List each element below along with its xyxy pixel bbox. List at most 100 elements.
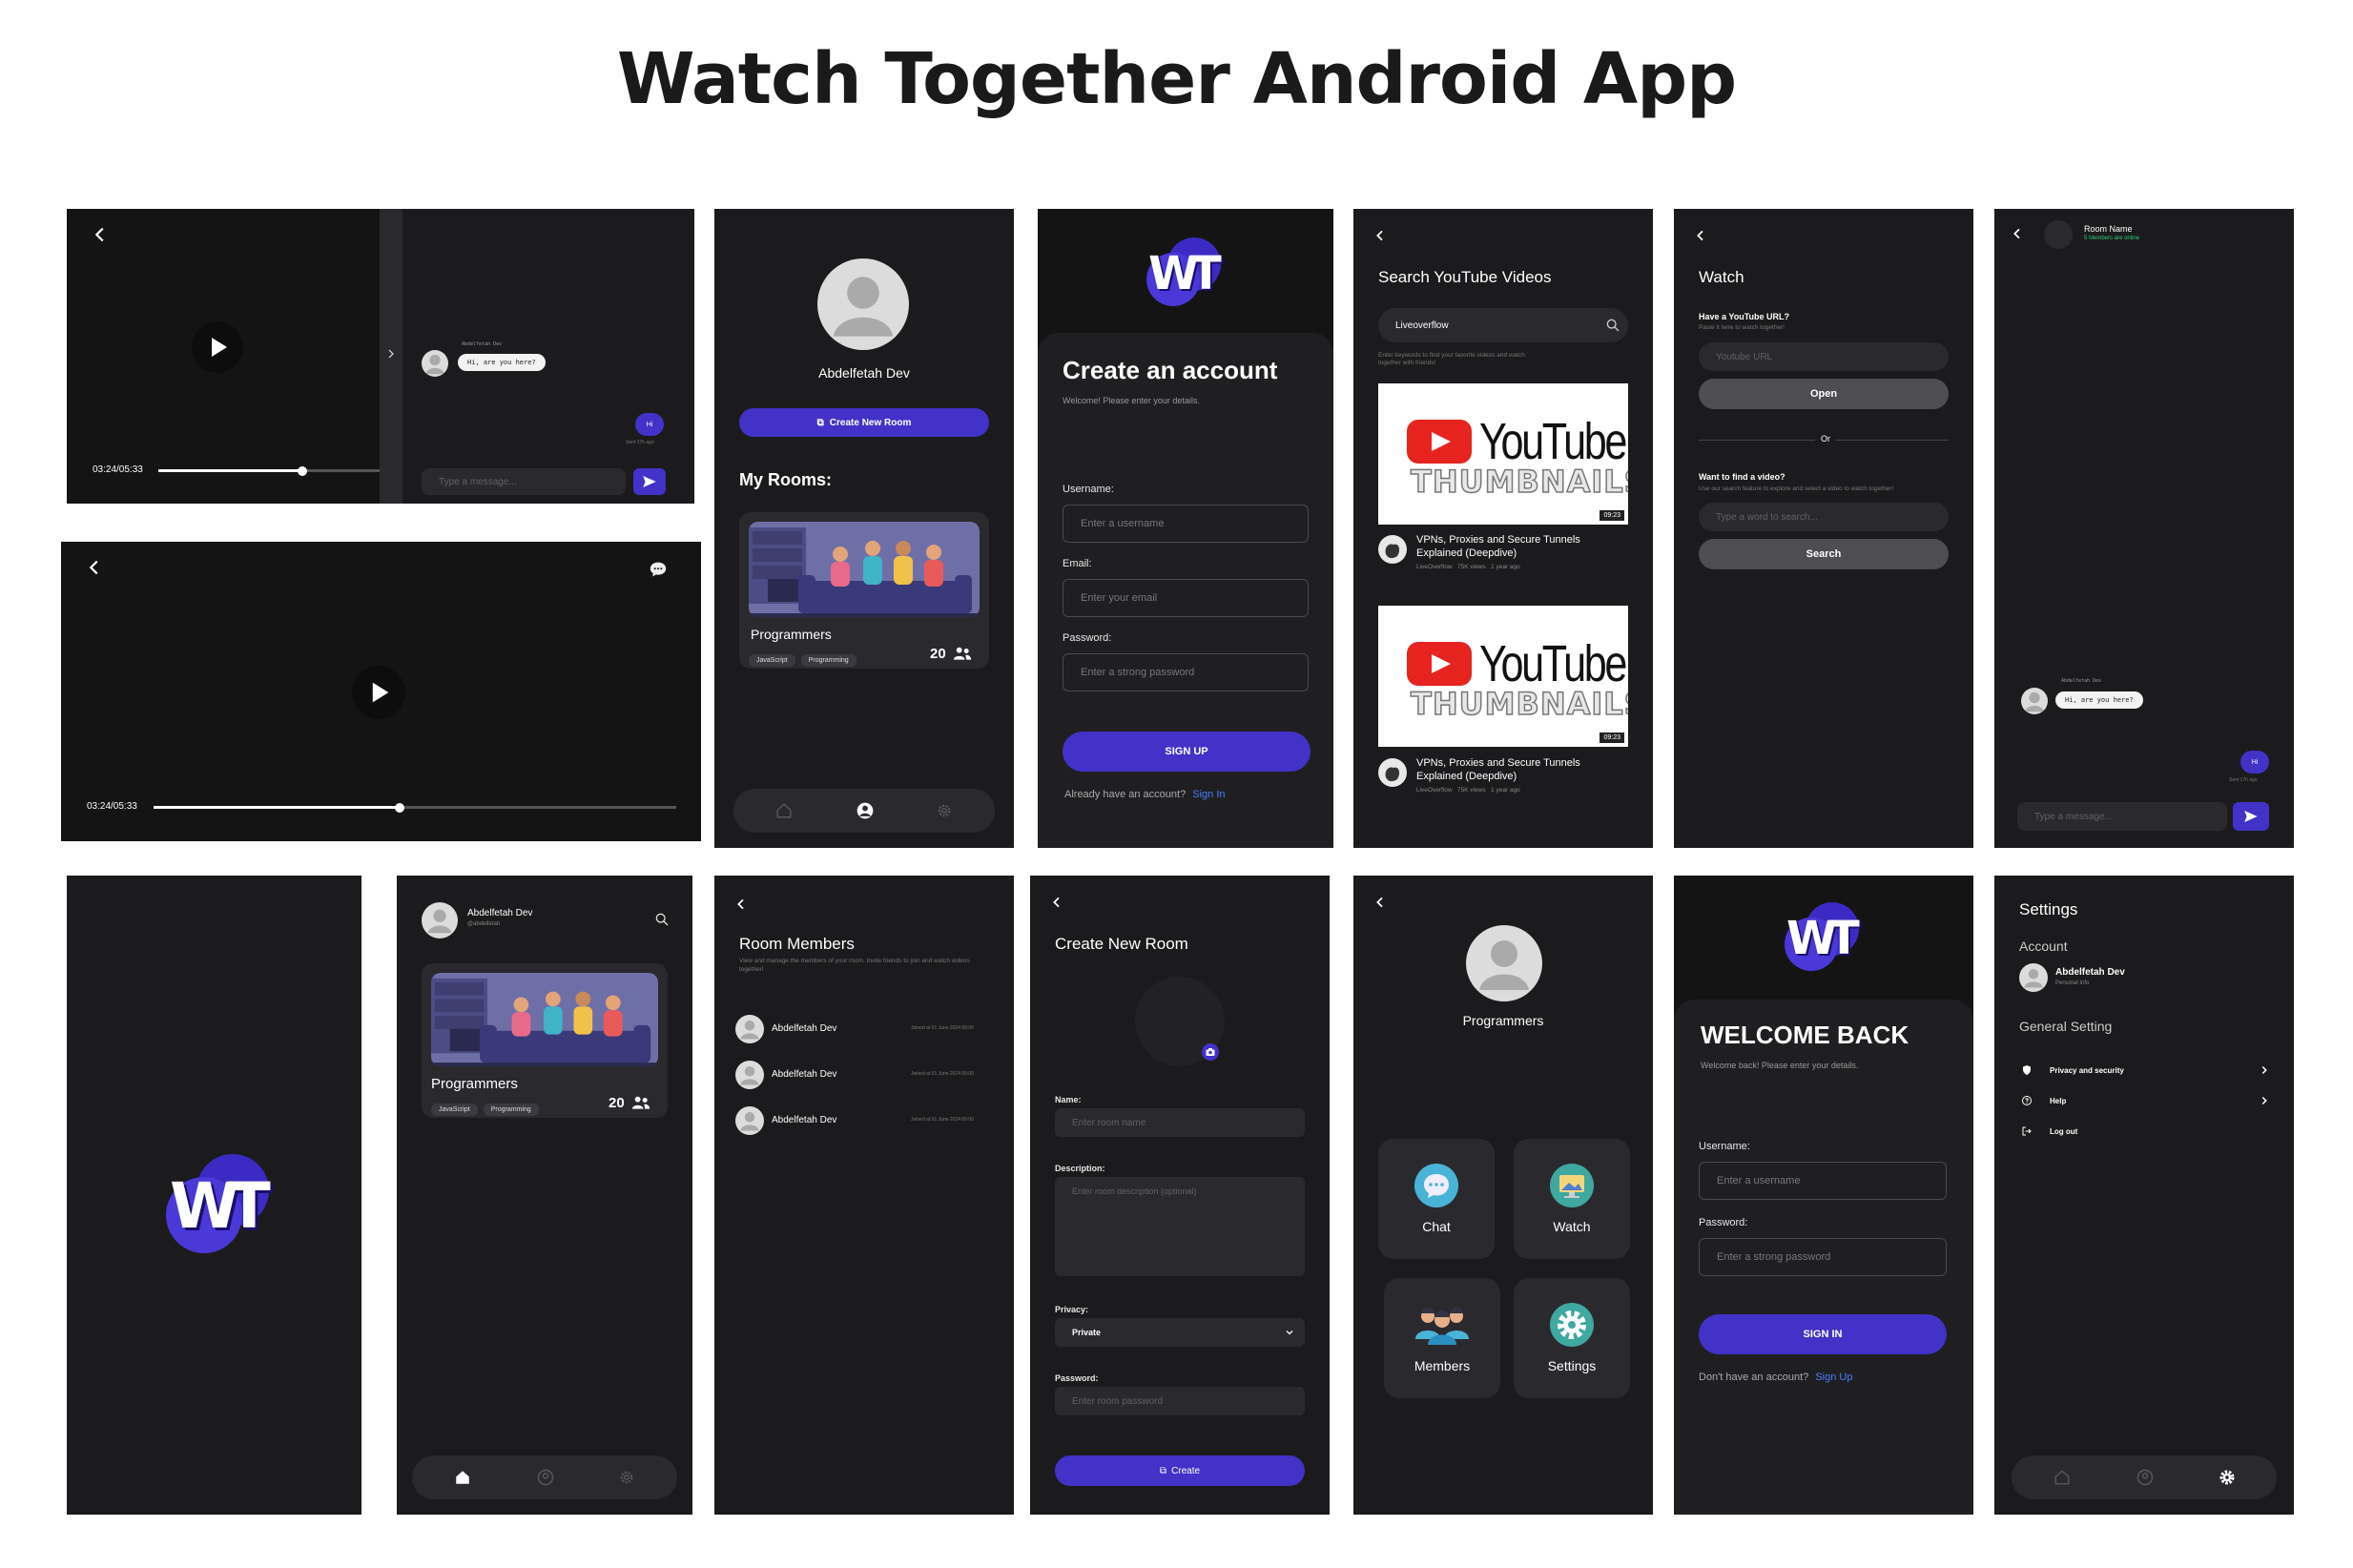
signin-link[interactable]: Sign In [1192, 789, 1225, 800]
settings-item-privacy[interactable]: Privacy and security [2021, 1061, 2271, 1080]
create-room-button[interactable]: ⧉ Create New Room [739, 408, 989, 437]
video-time: 03:24/05:33 [87, 801, 137, 812]
profile-icon[interactable] [2136, 1468, 2155, 1487]
back-icon[interactable] [1373, 895, 1388, 910]
username-input[interactable]: Enter a username [1063, 505, 1309, 543]
settings-tile[interactable]: Settings [1514, 1278, 1630, 1398]
room-name: Room Name [2084, 224, 2133, 234]
search-input[interactable]: Liveoverflow [1378, 308, 1628, 342]
find-input[interactable]: Type a word to search... [1699, 503, 1949, 531]
member-row[interactable]: Abdelfetah Dev Joined at 01 June 2024 00… [735, 1106, 993, 1137]
back-icon[interactable] [84, 557, 105, 578]
video-title[interactable]: VPNs, Proxies and Secure Tunnels Explain… [1416, 756, 1617, 784]
avatar [735, 1015, 764, 1043]
chat-sender: Abdelfetah Dev [462, 341, 503, 347]
room-tags: JavaScript Programming [749, 650, 862, 667]
members-tile[interactable]: Members [1384, 1278, 1500, 1398]
member-row[interactable]: Abdelfetah Dev Joined at 01 June 2024 00… [735, 1061, 993, 1091]
search-button[interactable]: Search [1699, 539, 1949, 569]
room-name: Programmers [431, 1076, 518, 1092]
profile-icon[interactable] [536, 1468, 555, 1487]
password-input[interactable]: Enter a strong password [1699, 1238, 1947, 1276]
room-description-input[interactable]: Enter room description (optional) [1055, 1177, 1305, 1276]
back-icon[interactable] [1373, 228, 1388, 243]
seek-bar[interactable] [158, 465, 416, 476]
signup-footer: Don't have an account? Sign Up [1699, 1372, 1853, 1383]
create-room-label: Create New Room [829, 417, 912, 428]
sent-time: Sent 17h ago [626, 440, 654, 445]
member-joined: Joined at 01 June 2024 00:00 [911, 1025, 974, 1031]
signin-title: WELCOME BACK [1701, 1021, 1909, 1049]
or-label: Or [1815, 434, 1836, 444]
play-button[interactable] [352, 666, 405, 719]
signup-button[interactable]: SIGN UP [1063, 732, 1311, 772]
chat-toggle-icon[interactable] [649, 561, 668, 578]
gear-icon[interactable] [2218, 1468, 2237, 1487]
signup-link[interactable]: Sign Up [1815, 1372, 1852, 1383]
play-button[interactable] [192, 321, 243, 373]
seek-knob[interactable] [395, 802, 404, 813]
member-name: Abdelfetah Dev [772, 1115, 837, 1125]
watch-title: Watch [1699, 268, 1744, 286]
channel-avatar [1378, 758, 1407, 787]
signup-panel: Create an account Welcome! Please enter … [1038, 333, 1333, 848]
password-label: Password: [1699, 1217, 1748, 1228]
profile-icon[interactable] [856, 801, 875, 820]
search-icon[interactable] [654, 912, 670, 927]
back-icon[interactable] [1693, 228, 1708, 243]
room-card[interactable]: Programmers JavaScript Programming 20 [739, 512, 989, 669]
member-row[interactable]: Abdelfetah Dev Joined at 01 June 2024 00… [735, 1015, 993, 1045]
chat-tile[interactable]: Chat [1378, 1139, 1495, 1259]
video-thumbnail[interactable]: YouTube THUMBNAILS 09:23 [1378, 383, 1628, 525]
open-button[interactable]: Open [1699, 379, 1949, 409]
gear-icon[interactable] [618, 1469, 635, 1486]
back-icon[interactable] [90, 224, 111, 245]
chevron-right-icon [2261, 1096, 2267, 1105]
bottom-nav [733, 789, 995, 833]
send-button[interactable] [633, 468, 666, 495]
avatar [2019, 963, 2048, 992]
gear-icon[interactable] [936, 802, 953, 819]
username-input[interactable]: Enter a username [1699, 1162, 1947, 1200]
create-button[interactable]: ⧉ Create [1055, 1455, 1305, 1486]
video-time: 03:24/05:33 [93, 464, 143, 475]
back-icon[interactable] [2010, 226, 2025, 241]
tile-label: Settings [1547, 1358, 1597, 1373]
app-logo: WT [1143, 236, 1227, 310]
back-icon[interactable] [733, 897, 749, 912]
back-icon[interactable] [1049, 895, 1064, 910]
chat-divider[interactable] [380, 209, 402, 504]
settings-item-help[interactable]: Help [2021, 1091, 2271, 1110]
home-icon[interactable] [775, 802, 793, 819]
url-input[interactable]: Youtube URL [1699, 342, 1949, 371]
settings-item-logout[interactable]: Log out [2021, 1122, 2271, 1141]
search-hint: Enter keywords to find your favorite vid… [1378, 352, 1525, 367]
email-input[interactable]: Enter your email [1063, 579, 1309, 617]
avatar[interactable] [422, 902, 458, 939]
home-icon[interactable] [454, 1469, 471, 1486]
search-icon[interactable] [1605, 318, 1620, 333]
video-thumbnail[interactable]: YouTube THUMBNAILS 09:23 [1378, 606, 1628, 747]
password-input[interactable]: Enter a strong password [1063, 653, 1309, 691]
channel-avatar [1378, 535, 1407, 564]
room-name-input[interactable]: Enter room name [1055, 1108, 1305, 1137]
video-title[interactable]: VPNs, Proxies and Secure Tunnels Explain… [1416, 533, 1617, 561]
email-label: Email: [1063, 558, 1092, 569]
message-input[interactable]: Type a message... [2017, 802, 2227, 831]
watch-tile[interactable]: Watch [1514, 1139, 1630, 1259]
sent-time: Sent 17h ago [2229, 777, 2258, 783]
room-menu-screen: Programmers Chat Watch Members Settings [1353, 876, 1653, 1515]
seek-knob[interactable] [298, 465, 307, 476]
room-card[interactable]: Programmers JavaScript Programming 20 [422, 963, 668, 1118]
logout-icon [2022, 1126, 2032, 1136]
send-button[interactable] [2233, 802, 2269, 831]
message-input[interactable]: Type a message... [422, 468, 626, 495]
privacy-select[interactable]: Private [1055, 1318, 1305, 1347]
home-icon[interactable] [2054, 1469, 2071, 1486]
room-password-input[interactable]: Enter room password [1055, 1387, 1305, 1415]
chevron-down-icon[interactable] [1284, 1327, 1295, 1338]
signin-button[interactable]: SIGN IN [1699, 1314, 1947, 1354]
account-row[interactable]: Abdelfetah Dev Personal Info [2019, 963, 2267, 996]
camera-icon[interactable] [1202, 1043, 1219, 1061]
seek-bar[interactable] [154, 802, 676, 813]
